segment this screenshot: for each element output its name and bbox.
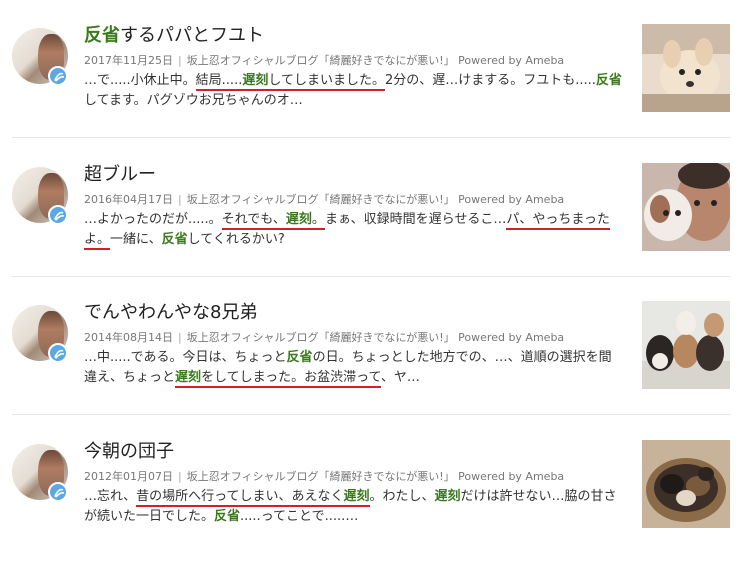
keyword-highlight: 反省 (286, 350, 313, 365)
divider (12, 414, 730, 415)
keyword-highlight: 反省 (161, 232, 188, 247)
snippet-text: .....ってことで.....… (240, 509, 359, 524)
snippet-text: をしてしまった。お盆渋滞って (201, 370, 381, 388)
snippet-text: 一緒に、 (110, 232, 162, 247)
snippet-text: してしまいました。 (268, 73, 385, 91)
snippet-text: 2分の、遅…けまする。フユトも..... (384, 73, 596, 88)
entry-thumbnail[interactable] (642, 163, 730, 251)
title-text: 今朝の団子 (84, 441, 174, 462)
entry-title-link[interactable]: 超ブルー (84, 163, 156, 187)
entry-snippet: …中.....である。今日は、ちょっと反省の日。ちょっとした地方での、…、道順の… (84, 348, 624, 388)
entry-title-link[interactable]: でんやわんやな8兄弟 (84, 301, 257, 325)
entry-meta: 2017年11月25日 | 坂上忍オフィシャルブログ「綺麗好きでなにが悪い!」 Po… (84, 52, 564, 68)
title-highlight: 反省 (84, 25, 120, 46)
search-results-list: 反省するパパとフユト 2017年11月25日 | 坂上忍オフィシャルブログ「綺麗好きで… (0, 0, 744, 553)
snippet-text: 。わたし、 (369, 489, 435, 504)
snippet-text: …よかったのだが.....。 (84, 212, 222, 227)
entry-snippet: …で.....小休止中。結局.....遅刻してしまいました。2分の、遅…けまする… (84, 71, 624, 111)
meta-separator: | (178, 470, 182, 483)
entry-meta: 2012年01月07日 | 坂上忍オフィシャルブログ「綺麗好きでなにが悪い!」 Po… (84, 468, 564, 484)
ameba-badge-icon (48, 343, 68, 363)
keyword-highlight: 遅刻 (175, 370, 202, 388)
powered-by: Powered by Ameba (454, 54, 565, 67)
snippet-text: 、ヤ… (380, 370, 420, 385)
entry-snippet: …よかったのだが.....。それでも、遅刻。まぁ、収録時間を遅らせるこ…パ、やっ… (84, 210, 624, 250)
ameba-badge-icon (48, 66, 68, 86)
entry-snippet: …忘れ、昔の場所へ行ってしまい、あえなく遅刻。わたし、遅刻だけは許せない…脇の甘… (84, 487, 624, 527)
result-item[interactable]: 超ブルー 2016年04月17日 | 坂上忍オフィシャルブログ「綺麗好きでなにが悪い!… (0, 163, 744, 288)
ameba-badge-icon (48, 482, 68, 502)
snippet-text: 昔の場所へ行ってしまい、あえなく (136, 489, 344, 507)
powered-by: Powered by Ameba (454, 331, 565, 344)
snippet-text: 。 (311, 212, 325, 230)
divider (12, 276, 730, 277)
blog-name-link[interactable]: 坂上忍オフィシャルブログ「綺麗好きでなにが悪い!」 (187, 470, 455, 483)
snippet-text: …忘れ、 (84, 489, 137, 504)
meta-separator: | (178, 193, 182, 206)
snippet-text: …で.....小休止中。 (84, 73, 196, 88)
entry-date: 2012年01月07日 (84, 470, 173, 483)
powered-by: Powered by Ameba (454, 470, 565, 483)
entry-title-link[interactable]: 今朝の団子 (84, 440, 174, 464)
divider (12, 137, 730, 138)
entry-date: 2014年08月14日 (84, 331, 173, 344)
title-text: するパパとフユト (120, 25, 264, 46)
title-text: でんやわんやな8兄弟 (84, 302, 258, 323)
result-item[interactable]: 今朝の団子 2012年01月07日 | 坂上忍オフィシャルブログ「綺麗好きでなにが悪い… (0, 440, 744, 565)
snippet-text: してくれるかい? (187, 232, 285, 247)
meta-separator: | (178, 54, 182, 67)
entry-date: 2017年11月25日 (84, 54, 173, 67)
ameba-badge-icon (48, 205, 68, 225)
entry-meta: 2014年08月14日 | 坂上忍オフィシャルブログ「綺麗好きでなにが悪い!」 Po… (84, 329, 564, 345)
keyword-highlight: 遅刻 (242, 73, 269, 91)
entry-thumbnail[interactable] (642, 440, 730, 528)
meta-separator: | (178, 331, 182, 344)
snippet-text: それでも、 (221, 212, 286, 230)
powered-by: Powered by Ameba (454, 193, 565, 206)
snippet-text: …中.....である。今日は、ちょっと (84, 350, 287, 365)
title-text: 超ブルー (84, 164, 156, 185)
entry-meta: 2016年04月17日 | 坂上忍オフィシャルブログ「綺麗好きでなにが悪い!」 Po… (84, 191, 564, 207)
keyword-highlight: 遅刻 (343, 489, 370, 507)
keyword-highlight: 反省 (214, 509, 241, 524)
blog-name-link[interactable]: 坂上忍オフィシャルブログ「綺麗好きでなにが悪い!」 (187, 54, 455, 67)
entry-title-link[interactable]: 反省するパパとフユト (84, 24, 264, 48)
blog-name-link[interactable]: 坂上忍オフィシャルブログ「綺麗好きでなにが悪い!」 (187, 193, 455, 206)
result-item[interactable]: 反省するパパとフユト 2017年11月25日 | 坂上忍オフィシャルブログ「綺麗好きで… (0, 24, 744, 149)
entry-date: 2016年04月17日 (84, 193, 173, 206)
blog-name-link[interactable]: 坂上忍オフィシャルブログ「綺麗好きでなにが悪い!」 (187, 331, 455, 344)
result-item[interactable]: でんやわんやな8兄弟 2014年08月14日 | 坂上忍オフィシャルブログ「綺麗好きで… (0, 301, 744, 426)
keyword-highlight: 遅刻 (434, 489, 461, 504)
entry-thumbnail[interactable] (642, 301, 730, 389)
keyword-highlight: 遅刻 (285, 212, 312, 230)
entry-thumbnail[interactable] (642, 24, 730, 112)
snippet-text: 結局..... (195, 73, 243, 91)
keyword-highlight: 反省 (595, 73, 622, 88)
snippet-text: まぁ、収録時間を遅らせるこ… (324, 212, 507, 227)
snippet-text: してます。パグゾウお兄ちゃんのオ… (84, 93, 303, 108)
